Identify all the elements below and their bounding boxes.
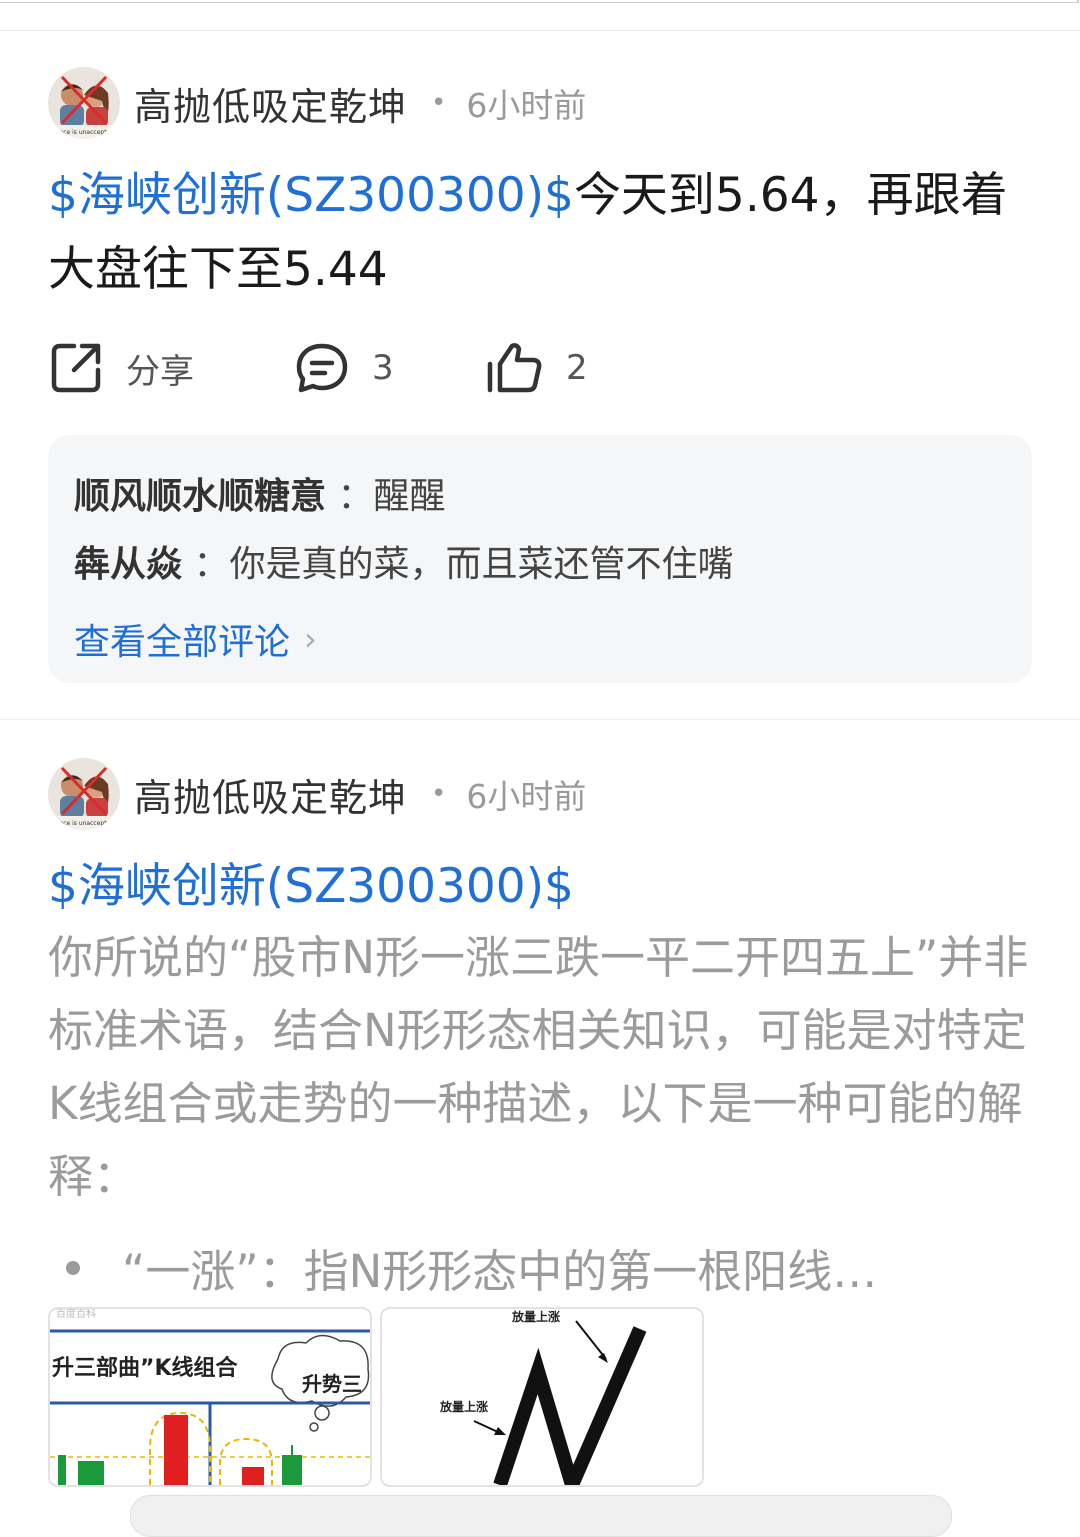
post-time: 6小时前	[466, 777, 587, 816]
image-bubble-text: 升势三	[302, 1372, 362, 1396]
image-label-top: 放量上涨	[511, 1309, 560, 1324]
comment-button[interactable]: 3	[294, 335, 394, 401]
avatar-caption: Silence is unacceptable	[49, 129, 120, 136]
author-avatar[interactable]: Silence is unacceptable	[48, 67, 120, 139]
stock-link[interactable]: $海峡创新(SZ300300)$	[48, 168, 574, 223]
comment-author[interactable]: 犇从焱	[74, 544, 182, 585]
comment-preview-box[interactable]: 顺风顺水顺糖意 ：醒醒 犇从焱 ：你是真的菜，而且菜还管不住嘴 查看全部评论 ›	[48, 435, 1032, 683]
comment-item[interactable]: 顺风顺水顺糖意 ：醒醒	[74, 467, 446, 519]
feed-post-1[interactable]: Silence is unacceptable 高抛低吸定乾坤 • 6小时前 $…	[0, 31, 1080, 720]
comment-count: 3	[372, 348, 394, 388]
comment-separator: ：	[337, 476, 374, 517]
image-label-left: 放量上涨	[439, 1399, 488, 1414]
view-all-comments-link[interactable]: 查看全部评论 ›	[74, 613, 317, 665]
comment-text: 醒醒	[373, 476, 446, 517]
thumbs-up-icon	[487, 343, 542, 393]
author-name[interactable]: 高抛低吸定乾坤	[134, 767, 407, 822]
like-count: 2	[566, 348, 588, 388]
post-author-row[interactable]: Silence is unacceptable 高抛低吸定乾坤 • 6小时前	[48, 67, 586, 139]
share-icon	[51, 343, 101, 393]
top-edge	[0, 0, 1080, 31]
post-time: 6小时前	[466, 86, 587, 125]
separator-dot: •	[431, 779, 447, 809]
avatar-caption: Silence is unacceptable	[49, 820, 120, 827]
feed-post-2[interactable]: Silence is unacceptable 高抛低吸定乾坤 • 6小时前 $…	[0, 720, 1080, 1507]
post-headline[interactable]: $海峡创新(SZ300300)$	[48, 850, 1038, 924]
post-actions: 分享 3 2	[48, 335, 748, 401]
post-author-row[interactable]: Silence is unacceptable 高抛低吸定乾坤 • 6小时前	[48, 758, 586, 830]
post-headline[interactable]: $海峡创新(SZ300300)$今天到5.64，再跟着大盘往下至5.44	[48, 159, 1038, 307]
comment-text: 你是真的菜，而且菜还管不住嘴	[229, 544, 734, 585]
view-all-label: 查看全部评论	[74, 622, 291, 663]
share-label: 分享	[126, 351, 194, 392]
chevron-right-icon: ›	[304, 620, 317, 658]
comment-separator: ：	[193, 544, 230, 585]
author-avatar[interactable]: Silence is unacceptable	[48, 758, 120, 830]
share-button[interactable]: 分享	[48, 335, 194, 401]
bottom-input-bar[interactable]	[130, 1495, 952, 1537]
bullet-dot	[66, 1260, 80, 1275]
bullet-text: “一涨”：指N形形态中的第一根阳线…	[122, 1245, 878, 1298]
post-image-1[interactable]: 百度百科 升三部曲”K线组合 升势三	[48, 1307, 372, 1487]
top-edge-line	[0, 0, 1079, 3]
comment-item[interactable]: 犇从焱 ：你是真的菜，而且菜还管不住嘴	[74, 535, 734, 587]
comment-author[interactable]: 顺风顺水顺糖意	[74, 476, 326, 517]
like-button[interactable]: 2	[486, 335, 588, 401]
post-image-2[interactable]: 放量上涨 放量上涨	[380, 1307, 704, 1487]
stock-link[interactable]: $海峡创新(SZ300300)$	[48, 859, 574, 914]
comment-icon	[296, 343, 348, 393]
author-name[interactable]: 高抛低吸定乾坤	[134, 76, 407, 131]
image-title: 升三部曲”K线组合	[52, 1355, 239, 1381]
image-watermark: 百度百科	[56, 1309, 96, 1320]
post-body-text[interactable]: 你所说的“股市N形一涨三跌一平二开四五上”并非标准术语，结合N形形态相关知识，可…	[48, 921, 1038, 1213]
separator-dot: •	[431, 88, 447, 118]
bullet-item[interactable]: “一涨”：指N形形态中的第一根阳线…	[48, 1235, 1048, 1300]
